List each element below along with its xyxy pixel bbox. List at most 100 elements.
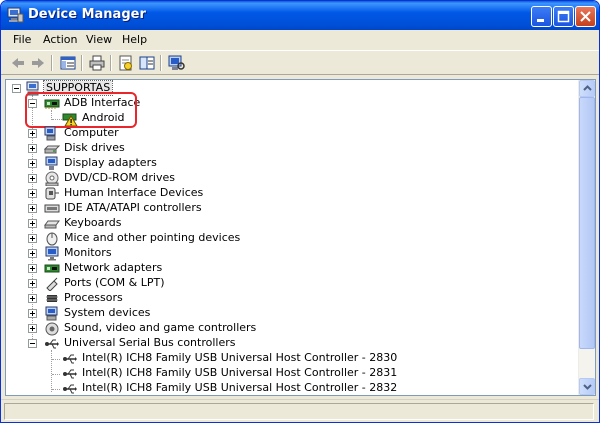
category-label[interactable]: Computer: [64, 126, 119, 140]
expand-toggle[interactable]: [28, 219, 37, 228]
help-icon[interactable]: [138, 54, 156, 72]
tree-item-usb-host-controller[interactable]: Intel(R) ICH8 Family USB Universal Host …: [12, 351, 397, 366]
toolbar-separator: [110, 55, 112, 71]
category-label[interactable]: IDE ATA/ATAPI controllers: [64, 201, 202, 215]
category-label[interactable]: Sound, video and game controllers: [64, 321, 256, 335]
tree-item-dvd-cd-rom-drives[interactable]: DVD/CD-ROM drives: [12, 171, 292, 186]
expand-toggle[interactable]: [28, 144, 37, 153]
device-tree[interactable]: SUPPORTAS ADB Interface Android Computer…: [5, 79, 596, 396]
display-adapter-icon: [45, 156, 58, 170]
adb-highlight-annotation: [25, 92, 137, 128]
hid-icon: [45, 187, 59, 200]
category-label[interactable]: Mice and other pointing devices: [64, 231, 240, 245]
disk-drive-icon: [44, 145, 60, 154]
sound-icon: [45, 322, 59, 336]
usb-controller-label[interactable]: Intel(R) ICH8 Family USB Universal Host …: [82, 366, 397, 380]
show-hide-console-tree-icon[interactable]: [59, 54, 77, 72]
expand-toggle[interactable]: [28, 204, 37, 213]
menu-file[interactable]: File: [13, 33, 31, 46]
tree-item-display-adapters[interactable]: Display adapters: [12, 156, 292, 171]
tree-item-sound-video-and-game-controllers[interactable]: Sound, video and game controllers: [12, 321, 292, 336]
tree-item-keyboards[interactable]: Keyboards: [12, 216, 292, 231]
window-title: Device Manager: [28, 7, 146, 22]
expand-toggle[interactable]: [28, 174, 37, 183]
status-bar: [1, 399, 599, 422]
back-arrow-icon[interactable]: [9, 54, 27, 72]
category-label[interactable]: Network adapters: [64, 261, 162, 275]
usb-icon: [63, 384, 77, 394]
tree-item-ports-com-lpt[interactable]: Ports (COM & LPT): [12, 276, 292, 291]
maximize-button[interactable]: [553, 6, 574, 27]
close-icon: [580, 11, 591, 22]
scroll-thumb[interactable]: [579, 97, 595, 349]
tree-item-monitors[interactable]: Monitors: [12, 246, 292, 261]
menu-action[interactable]: Action: [43, 33, 77, 46]
chevron-up-icon: [583, 85, 592, 91]
expand-toggle[interactable]: [28, 189, 37, 198]
menu-help[interactable]: Help: [122, 33, 147, 46]
category-label[interactable]: Human Interface Devices: [64, 186, 203, 200]
category-label[interactable]: Display adapters: [64, 156, 157, 170]
tree-item-mice-and-other-pointing-devices[interactable]: Mice and other pointing devices: [12, 231, 292, 246]
expand-toggle[interactable]: [28, 159, 37, 168]
ide-controller-icon: [44, 204, 60, 213]
print-icon[interactable]: [88, 54, 106, 72]
processor-icon: [46, 295, 58, 302]
category-label[interactable]: System devices: [64, 306, 150, 320]
usb-controller-label[interactable]: Intel(R) ICH8 Family USB Universal Host …: [82, 381, 397, 395]
tree-item-system-devices[interactable]: System devices: [12, 306, 292, 321]
category-label[interactable]: Ports (COM & LPT): [64, 276, 165, 290]
expand-toggle[interactable]: [28, 264, 37, 273]
properties-icon[interactable]: [117, 54, 135, 72]
category-label[interactable]: Monitors: [64, 246, 112, 260]
expand-toggle[interactable]: [28, 294, 37, 303]
expand-toggle[interactable]: [28, 249, 37, 258]
device-manager-window: Device Manager File Action View Help SUP…: [0, 0, 600, 423]
keyboard-icon: [44, 220, 60, 229]
menu-view[interactable]: View: [86, 33, 112, 46]
computer-icon: [44, 126, 56, 141]
toolbar: [1, 50, 599, 75]
tree-item-network-adapters[interactable]: Network adapters: [12, 261, 292, 276]
scroll-up-button[interactable]: [579, 80, 595, 97]
minimize-button[interactable]: [531, 6, 552, 27]
expand-toggle[interactable]: [28, 234, 37, 243]
tree-item-disk-drives[interactable]: Disk drives: [12, 141, 292, 156]
collapse-toggle[interactable]: [28, 339, 37, 348]
category-label[interactable]: Processors: [64, 291, 123, 305]
usb-icon: [45, 339, 59, 349]
toolbar-separator: [81, 55, 83, 71]
tree-item-usb-controllers[interactable]: Universal Serial Bus controllers: [12, 336, 312, 351]
device-manager-icon: [7, 7, 24, 23]
close-button[interactable]: [575, 6, 596, 27]
category-label[interactable]: Disk drives: [64, 141, 125, 155]
minimize-icon: [537, 19, 544, 22]
maximize-icon: [557, 10, 570, 23]
forward-arrow-icon[interactable]: [29, 54, 47, 72]
usb-controller-label[interactable]: Intel(R) ICH8 Family USB Universal Host …: [82, 351, 397, 365]
tree-item-computer[interactable]: Computer: [12, 126, 292, 141]
vertical-scrollbar[interactable]: [578, 80, 595, 395]
tree-item-human-interface-devices[interactable]: Human Interface Devices: [12, 186, 292, 201]
title-bar[interactable]: Device Manager: [1, 1, 599, 30]
collapse-toggle[interactable]: [12, 84, 21, 93]
expand-toggle[interactable]: [28, 129, 37, 138]
dvd-drive-icon: [45, 171, 59, 186]
scan-hardware-icon[interactable]: [167, 54, 185, 72]
expand-toggle[interactable]: [28, 279, 37, 288]
expand-toggle[interactable]: [28, 309, 37, 318]
scroll-down-button[interactable]: [579, 378, 595, 395]
category-label[interactable]: Keyboards: [64, 216, 121, 230]
usb-controllers-label[interactable]: Universal Serial Bus controllers: [64, 336, 235, 350]
toolbar-separator: [51, 55, 53, 71]
tree-item-usb-host-controller[interactable]: Intel(R) ICH8 Family USB Universal Host …: [12, 381, 397, 395]
tree-item-processors[interactable]: Processors: [12, 291, 292, 306]
category-label[interactable]: DVD/CD-ROM drives: [64, 171, 175, 185]
expand-toggle[interactable]: [28, 324, 37, 333]
tree-item-ide-ata-atapi-controllers[interactable]: IDE ATA/ATAPI controllers: [12, 201, 292, 216]
toolbar-separator: [160, 55, 162, 71]
port-icon: [46, 277, 58, 291]
usb-icon: [63, 354, 77, 364]
usb-icon: [63, 369, 77, 379]
tree-item-usb-host-controller[interactable]: Intel(R) ICH8 Family USB Universal Host …: [12, 366, 397, 381]
